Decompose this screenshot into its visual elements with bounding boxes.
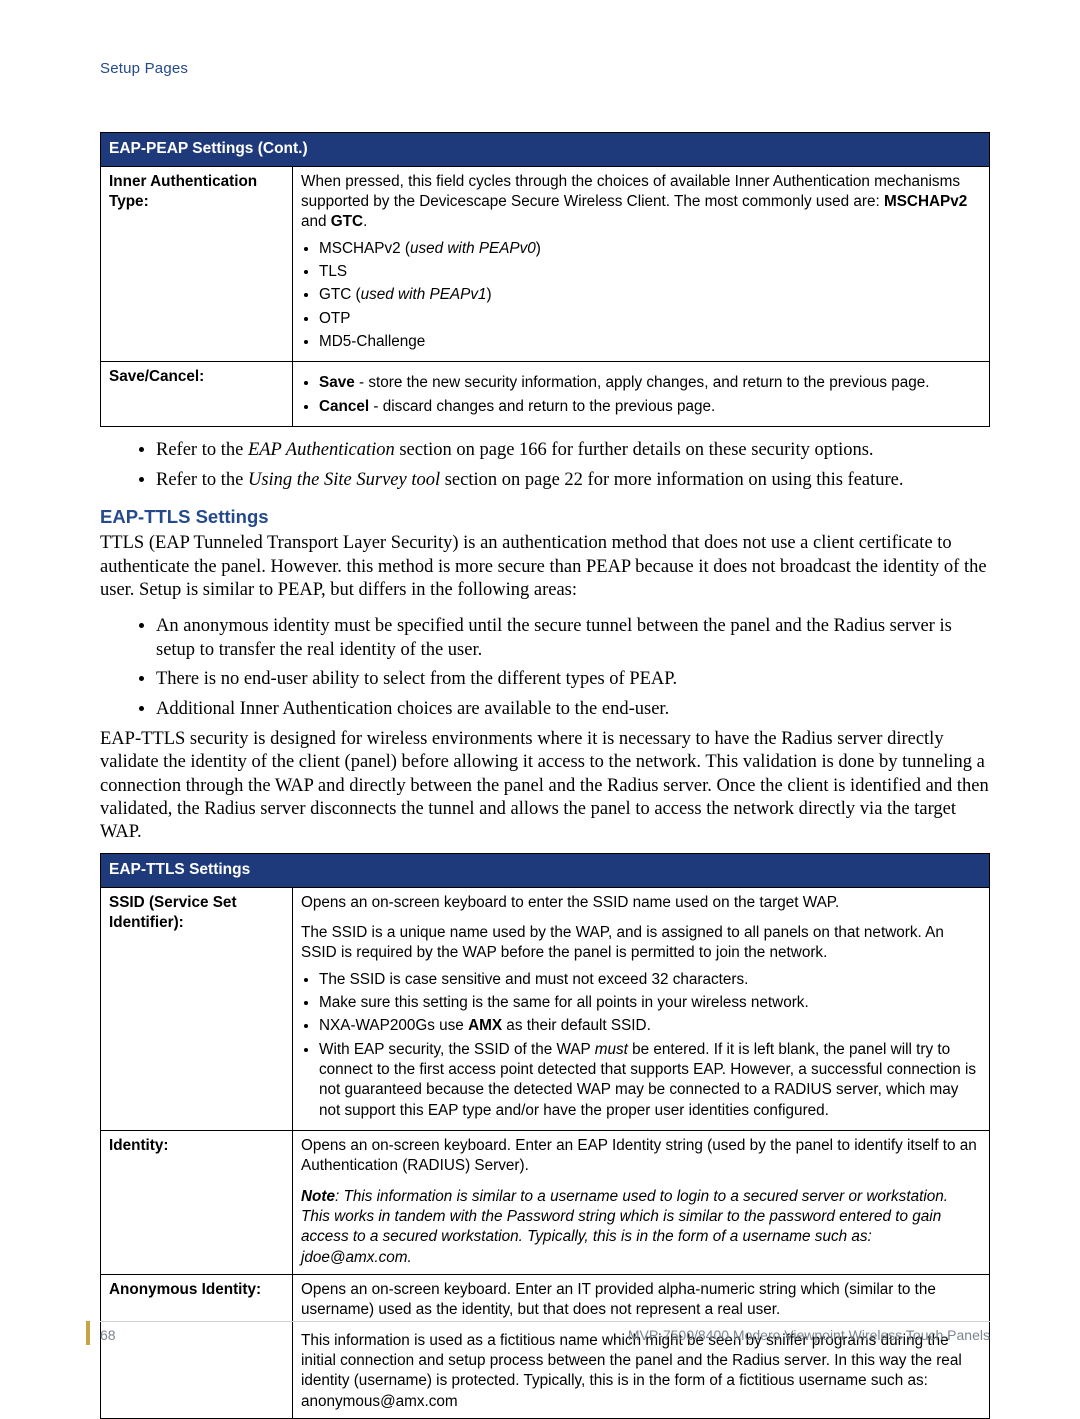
row-value: Opens an on-screen keyboard to enter the… [293, 887, 990, 1130]
table-row: SSID (Service Set Identifier): Opens an … [101, 887, 990, 1130]
footer-rule [100, 1321, 990, 1322]
table-row: Identity: Opens an on-screen keyboard. E… [101, 1131, 990, 1275]
list-item: MD5-Challenge [319, 332, 981, 352]
cell-paragraph: Opens an on-screen keyboard. Enter an IT… [301, 1280, 981, 1321]
body-paragraph: TTLS (EAP Tunneled Transport Layer Secur… [100, 532, 990, 602]
feature-bullets: An anonymous identity must be specified … [156, 615, 990, 722]
section-heading: EAP-TTLS Settings [100, 506, 990, 528]
list-item: With EAP security, the SSID of the WAP m… [319, 1040, 981, 1121]
list-item: OTP [319, 309, 981, 329]
page-number: 68 [100, 1327, 116, 1343]
reference-bullets: Refer to the EAP Authentication section … [156, 439, 990, 492]
list-item: Save - store the new security informatio… [319, 373, 981, 393]
footer-accent [86, 1321, 90, 1345]
list-item: Refer to the Using the Site Survey tool … [156, 469, 990, 493]
table-title: EAP-PEAP Settings (Cont.) [101, 133, 990, 167]
cell-paragraph: Opens an on-screen keyboard. Enter an EA… [301, 1136, 981, 1177]
list-item: MSCHAPv2 (used with PEAPv0) [319, 239, 981, 259]
options-list: Save - store the new security informatio… [301, 373, 981, 417]
body-paragraph: EAP-TTLS security is designed for wirele… [100, 728, 990, 845]
list-item: NXA-WAP200Gs use AMX as their default SS… [319, 1016, 981, 1036]
table-row: Inner Authentication Type: When pressed,… [101, 166, 990, 362]
list-item: The SSID is case sensitive and must not … [319, 970, 981, 990]
list-item: Additional Inner Authentication choices … [156, 698, 990, 722]
table-title: EAP-TTLS Settings [101, 853, 990, 887]
row-value: When pressed, this field cycles through … [293, 166, 990, 362]
footer-text: MVP-7500/8400 Modero Viewpoint Wireless … [628, 1327, 990, 1343]
options-list: MSCHAPv2 (used with PEAPv0) TLS GTC (use… [301, 239, 981, 353]
page-footer: 68 MVP-7500/8400 Modero Viewpoint Wirele… [100, 1327, 990, 1349]
row-value: Opens an on-screen keyboard. Enter an EA… [293, 1131, 990, 1275]
cell-paragraph: The SSID is a unique name used by the WA… [301, 923, 981, 964]
row-value: Save - store the new security informatio… [293, 362, 990, 427]
cell-paragraph: Opens an on-screen keyboard to enter the… [301, 893, 981, 913]
row-label: Save/Cancel: [101, 362, 293, 427]
list-item: GTC (used with PEAPv1) [319, 285, 981, 305]
section-header: Setup Pages [100, 60, 990, 77]
row-label: Inner Authentication Type: [101, 166, 293, 362]
document-page: Setup Pages EAP-PEAP Settings (Cont.) In… [0, 0, 1080, 1397]
list-item: There is no end-user ability to select f… [156, 668, 990, 692]
list-item: Refer to the EAP Authentication section … [156, 439, 990, 463]
options-list: The SSID is case sensitive and must not … [301, 970, 981, 1121]
cell-text: When pressed, this field cycles through … [301, 173, 967, 231]
row-label: SSID (Service Set Identifier): [101, 887, 293, 1130]
list-item: TLS [319, 262, 981, 282]
row-label: Identity: [101, 1131, 293, 1275]
list-item: Cancel - discard changes and return to t… [319, 397, 981, 417]
list-item: An anonymous identity must be specified … [156, 615, 990, 662]
eap-peap-settings-table: EAP-PEAP Settings (Cont.) Inner Authenti… [100, 132, 990, 427]
list-item: Make sure this setting is the same for a… [319, 993, 981, 1013]
table-row: Save/Cancel: Save - store the new securi… [101, 362, 990, 427]
cell-note: Note: This information is similar to a u… [301, 1187, 981, 1268]
